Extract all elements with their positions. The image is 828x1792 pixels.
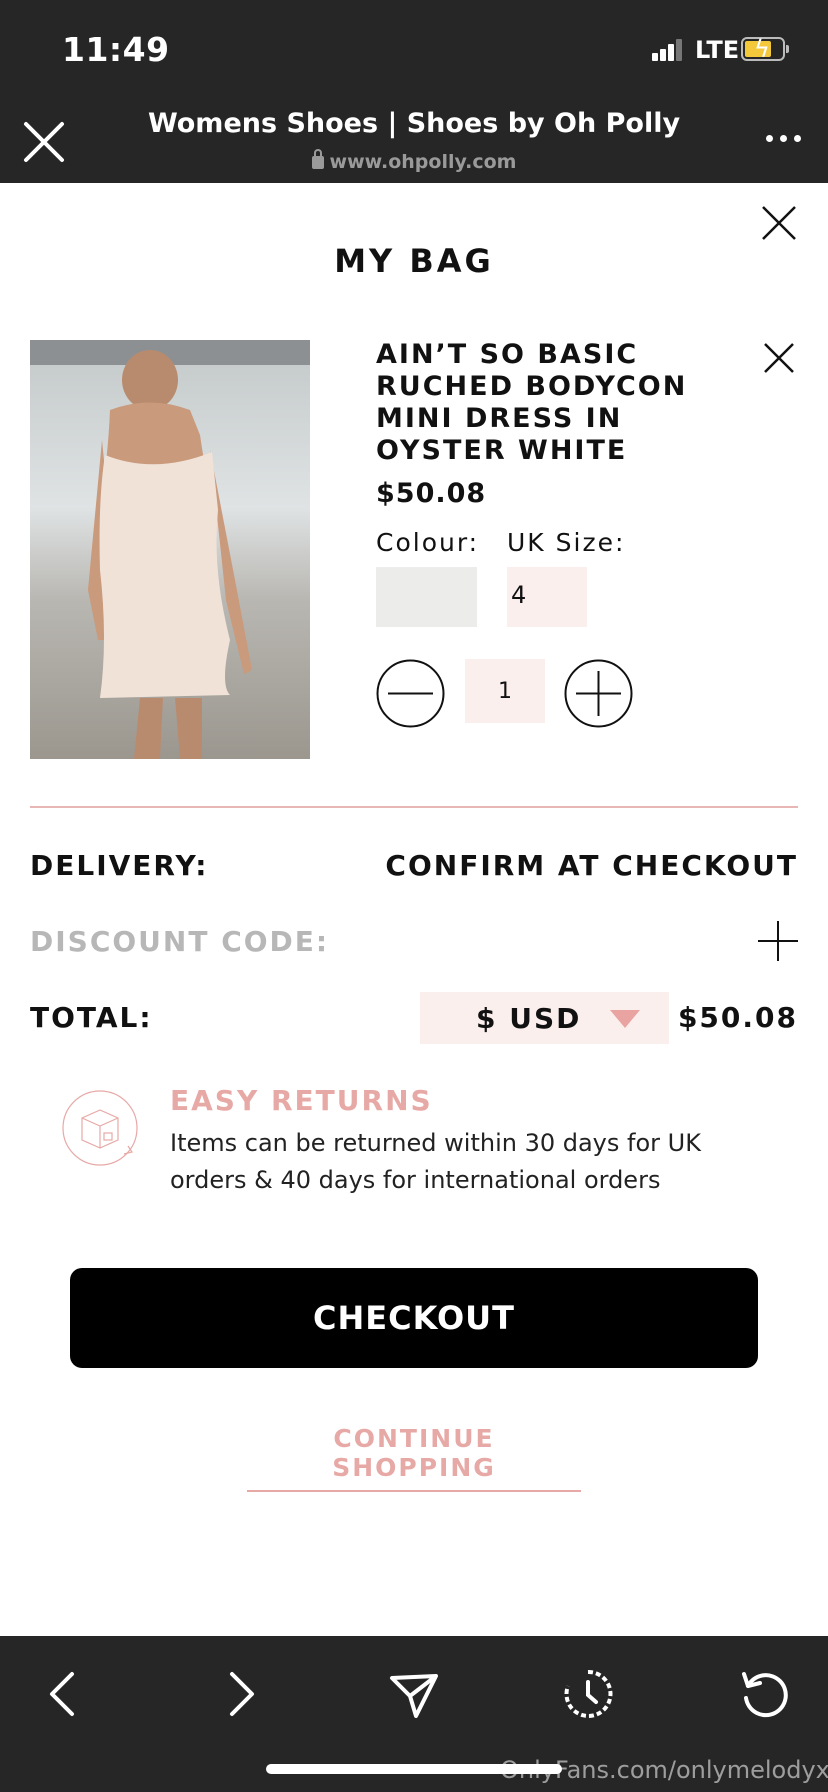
total-value: $50.08 (677, 1001, 798, 1034)
watermark-text: OnlyFans.com/onlymelodyxx (500, 1756, 828, 1784)
colour-label: Colour: (376, 528, 480, 557)
total-label: TOTAL: (30, 1001, 153, 1034)
decrease-quantity-button[interactable] (376, 659, 445, 728)
remove-item-icon[interactable] (762, 341, 796, 375)
colour-swatch[interactable] (376, 567, 477, 627)
size-select[interactable]: 4 (507, 567, 587, 627)
delivery-value: CONFIRM AT CHECKOUT (385, 849, 798, 882)
page-title: Womens Shoes | Shoes by Oh Polly (147, 108, 681, 139)
status-time: 11:49 (62, 30, 170, 69)
bag-title: MY BAG (334, 242, 494, 280)
share-icon[interactable] (386, 1666, 442, 1722)
network-label: LTE (695, 36, 740, 64)
forward-icon[interactable] (212, 1666, 268, 1722)
lock-icon (311, 149, 324, 169)
currency-value: $ USD (476, 1002, 582, 1035)
product-price: $50.08 (376, 478, 487, 509)
quantity-field[interactable]: 1 (465, 659, 545, 723)
size-label: UK Size: (507, 528, 626, 557)
discount-code-label[interactable]: DISCOUNT CODE: (30, 925, 329, 958)
browser-header: 11:49 LTE ϟ Womens Shoes | Shoes by Oh P… (0, 0, 828, 183)
increase-quantity-button[interactable] (564, 659, 633, 728)
close-browser-icon[interactable] (20, 118, 68, 166)
add-discount-icon[interactable] (757, 920, 799, 962)
url-label: www.ohpolly.com (140, 149, 688, 173)
close-bag-icon[interactable] (760, 204, 798, 242)
more-options-icon[interactable] (766, 135, 802, 145)
delivery-label: DELIVERY: (30, 849, 209, 882)
reload-icon[interactable] (736, 1666, 792, 1722)
product-image[interactable] (30, 340, 310, 759)
signal-icon (652, 39, 682, 61)
currency-select[interactable]: $ USD (420, 992, 669, 1044)
dropdown-caret-icon (610, 1010, 640, 1028)
history-icon[interactable] (560, 1666, 616, 1722)
continue-shopping-link[interactable]: CONTINUE SHOPPING (247, 1424, 581, 1492)
url-text: www.ohpolly.com (329, 151, 517, 173)
checkout-button[interactable]: CHECKOUT (70, 1268, 758, 1368)
returns-text: Items can be returned within 30 days for… (170, 1129, 701, 1194)
product-name[interactable]: AIN’T SO BASIC RUCHED BODYCON MINI DRESS… (376, 339, 726, 467)
returns-title: EASY RETURNS (170, 1084, 433, 1117)
divider (30, 806, 798, 808)
battery-icon: ϟ (741, 36, 789, 62)
back-icon[interactable] (36, 1666, 92, 1722)
returns-box-icon (62, 1090, 138, 1166)
